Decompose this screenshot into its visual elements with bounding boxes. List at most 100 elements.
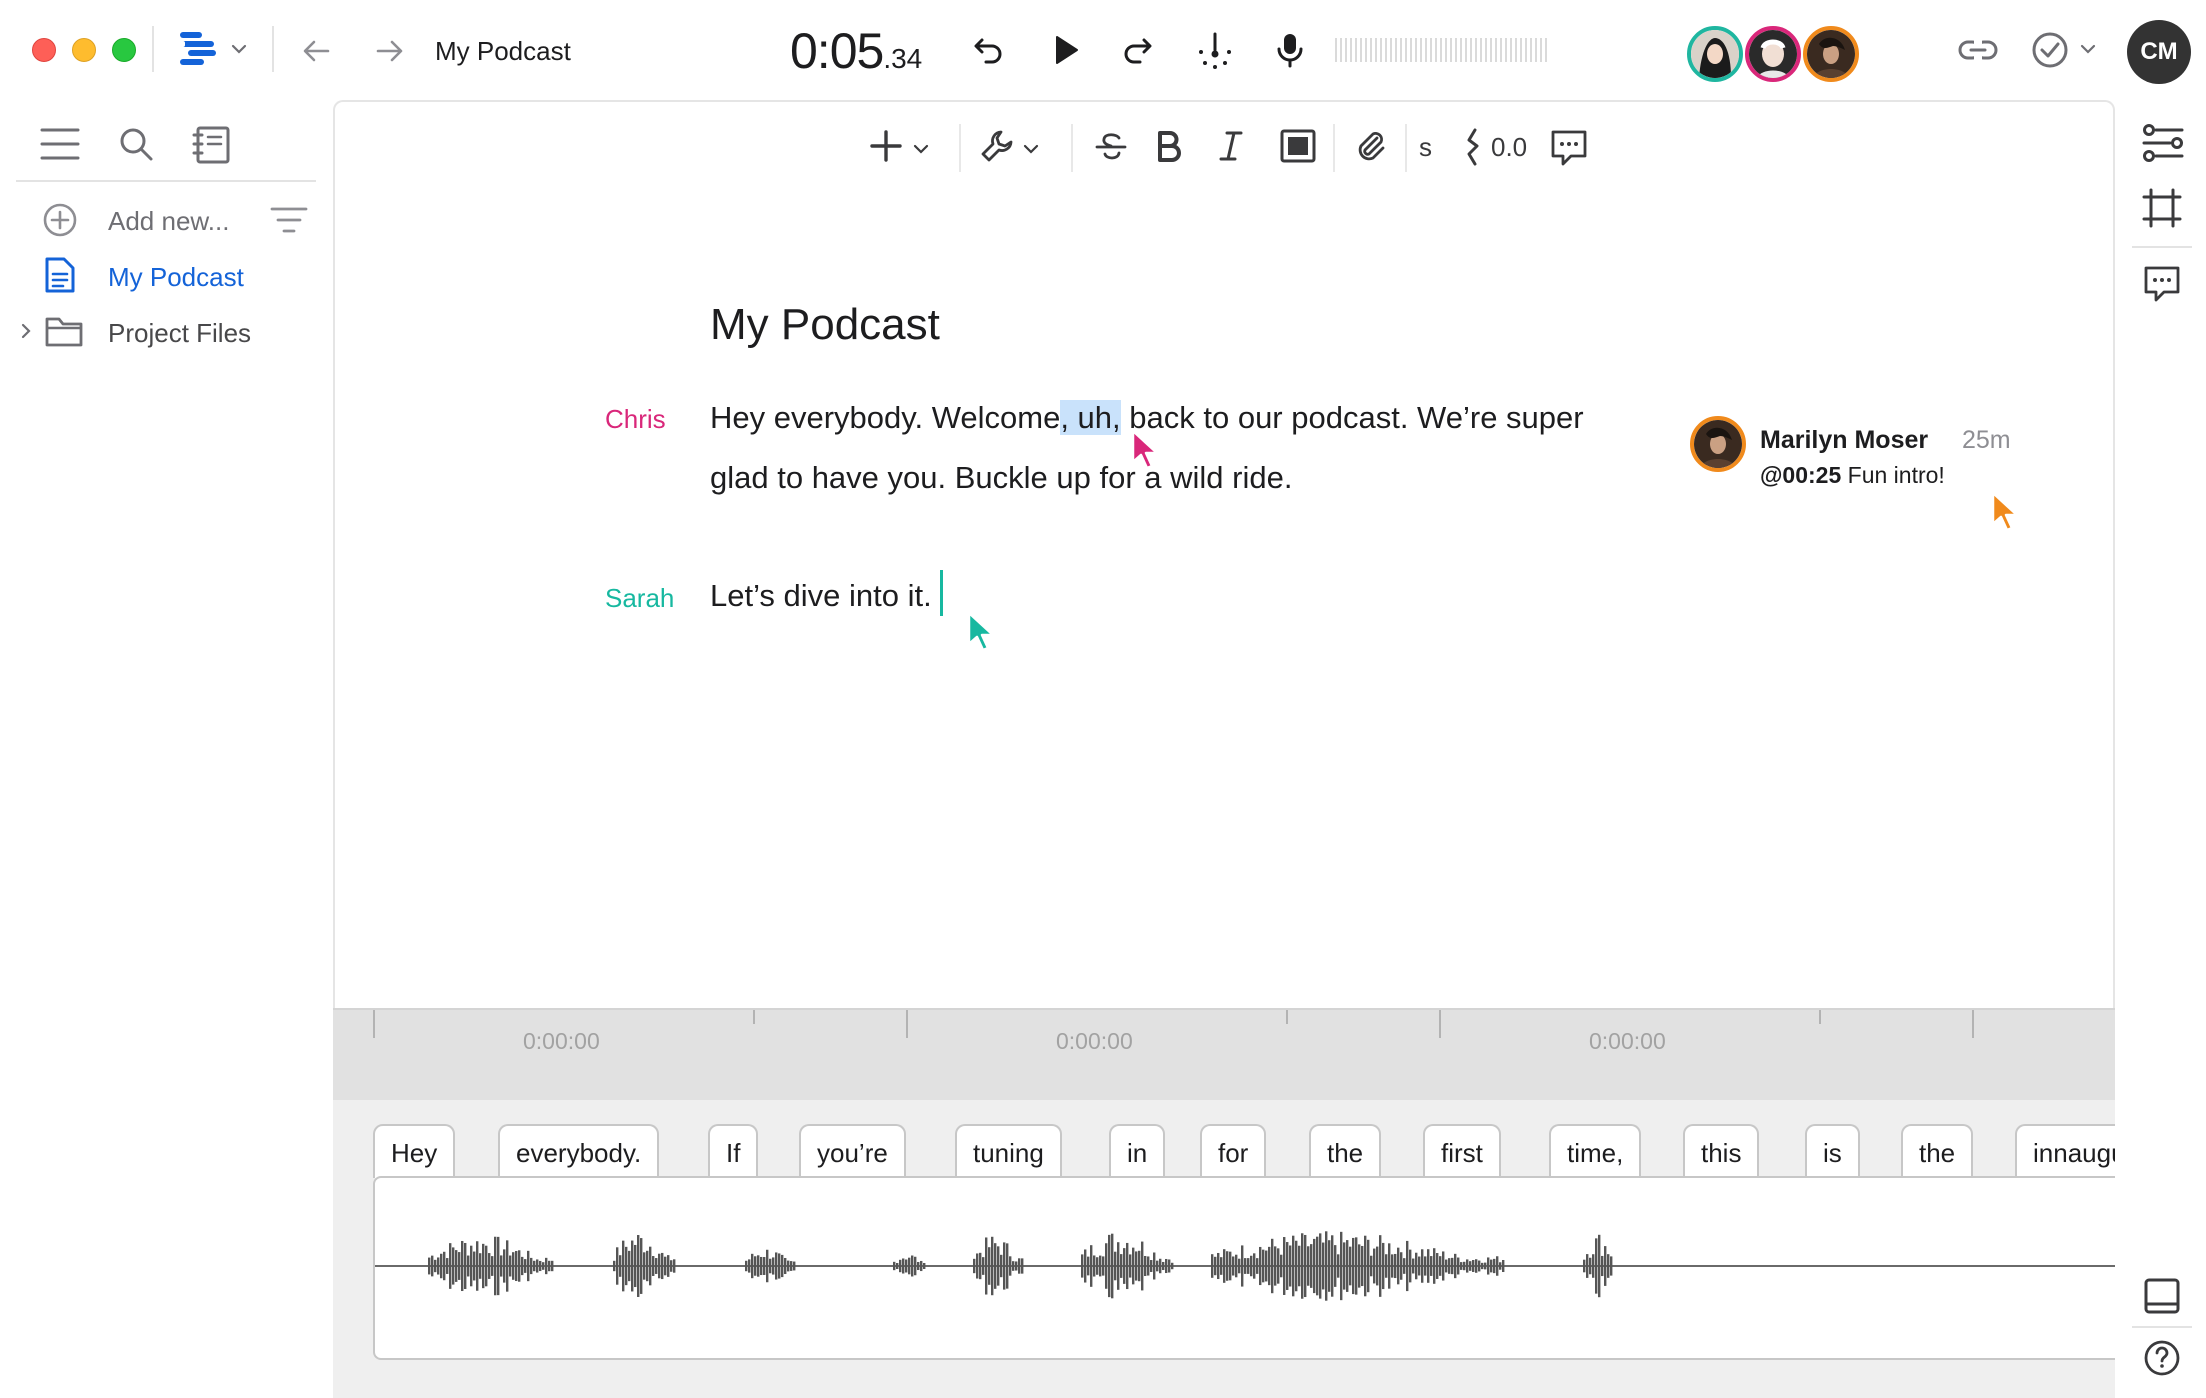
waveform-bar xyxy=(1427,1249,1430,1283)
collaborator-avatar[interactable] xyxy=(1687,26,1743,82)
italic-icon[interactable] xyxy=(1217,128,1245,169)
film-strip-icon[interactable] xyxy=(2142,188,2182,233)
filter-icon[interactable] xyxy=(270,206,308,241)
word-chip[interactable]: in xyxy=(1109,1124,1166,1178)
waveform-bar xyxy=(1334,1245,1337,1287)
comment-card[interactable]: Marilyn Moser 25m @00:25 Fun intro! xyxy=(1690,416,2050,496)
waveform-bar xyxy=(1358,1244,1361,1288)
close-window-button[interactable] xyxy=(32,38,56,62)
transcript-text: Hey everybody. Welcome xyxy=(710,400,1061,435)
strikethrough-icon[interactable] xyxy=(1093,128,1129,169)
comments-icon[interactable] xyxy=(2142,264,2182,309)
waveform-bar xyxy=(640,1238,643,1294)
marker-icon[interactable] xyxy=(1194,30,1236,77)
word-chip[interactable]: time, xyxy=(1549,1124,1642,1178)
gap-value[interactable]: 0.0 xyxy=(1491,132,1527,163)
speaker-label-sarah[interactable]: Sarah xyxy=(605,583,674,614)
waveform-bar xyxy=(1502,1259,1505,1273)
chevron-down-icon[interactable] xyxy=(230,42,248,61)
collaborator-avatar[interactable] xyxy=(1745,26,1801,82)
waveform-bar xyxy=(1403,1258,1406,1274)
transcript-paragraph[interactable]: Let’s dive into it. xyxy=(710,566,1630,626)
waveform-bar xyxy=(1271,1238,1274,1294)
sidebar-item-my-podcast[interactable]: My Podcast xyxy=(0,252,330,300)
rewind-icon[interactable] xyxy=(968,30,1008,75)
waveform-bar xyxy=(1144,1255,1147,1277)
waveform-bar xyxy=(1235,1254,1238,1278)
waveform-bar xyxy=(1457,1257,1460,1275)
word-chip[interactable]: the xyxy=(1309,1124,1382,1178)
waveform-bar xyxy=(748,1259,751,1273)
time-ruler[interactable]: 0:00:00 0:00:00 0:00:00 xyxy=(333,1008,2115,1100)
selected-filler-word[interactable]: , uh, xyxy=(1060,400,1121,435)
bold-icon[interactable] xyxy=(1155,128,1183,169)
word-chip[interactable]: this xyxy=(1683,1124,1760,1178)
chevron-down-icon[interactable] xyxy=(1023,142,1039,160)
word-chip[interactable]: first xyxy=(1423,1124,1501,1178)
user-avatar[interactable]: CM xyxy=(2127,20,2191,84)
link-icon[interactable] xyxy=(1956,30,2000,75)
word-chip[interactable]: everybody. xyxy=(498,1124,660,1178)
forward-skip-icon[interactable] xyxy=(1118,30,1158,75)
zoom-window-button[interactable] xyxy=(112,38,136,62)
sidebar-item-project-files[interactable]: Project Files xyxy=(0,308,330,356)
settings-sliders-icon[interactable] xyxy=(2142,124,2184,167)
waveform-bar xyxy=(545,1257,548,1275)
chevron-down-icon[interactable] xyxy=(913,142,929,160)
comment-timestamp[interactable]: @00:25 xyxy=(1760,462,1841,488)
gap-icon[interactable] xyxy=(1463,128,1485,171)
play-icon[interactable] xyxy=(1046,30,1086,75)
word-chip[interactable]: If xyxy=(708,1124,759,1178)
highlight-block-icon[interactable] xyxy=(1279,128,1317,169)
document-heading[interactable]: My Podcast xyxy=(710,300,940,350)
waveform-bar xyxy=(1238,1258,1241,1274)
chevron-right-icon[interactable] xyxy=(20,322,32,345)
add-icon[interactable] xyxy=(869,128,903,169)
comment-icon[interactable] xyxy=(1549,128,1589,173)
waveform-bar xyxy=(1229,1251,1232,1281)
waveform-bar xyxy=(452,1247,455,1285)
word-chip[interactable]: is xyxy=(1805,1124,1860,1178)
waveform-bar xyxy=(1328,1240,1331,1292)
word-chip[interactable]: for xyxy=(1200,1124,1267,1178)
waveform-bar xyxy=(458,1252,461,1280)
strike-label[interactable]: s xyxy=(1419,132,1432,163)
transcript-paragraph[interactable]: Hey everybody. Welcome, uh, back to our … xyxy=(710,388,1630,508)
divider xyxy=(1333,124,1335,172)
waveform-bar xyxy=(449,1243,452,1289)
word-chip[interactable]: you’re xyxy=(799,1124,906,1178)
notebook-icon[interactable] xyxy=(192,126,232,169)
waveform-bar xyxy=(1171,1262,1174,1270)
forward-arrow-icon[interactable] xyxy=(372,34,406,73)
wrench-icon[interactable] xyxy=(979,128,1015,169)
paperclip-icon[interactable] xyxy=(1353,128,1389,169)
menu-icon[interactable] xyxy=(40,126,80,167)
divider xyxy=(959,124,961,172)
word-chip[interactable]: tuning xyxy=(955,1124,1062,1178)
waveform-bar xyxy=(1006,1243,1009,1289)
speaker-label-chris[interactable]: Chris xyxy=(605,404,666,435)
waveform-bar xyxy=(1331,1235,1334,1297)
word-chip[interactable]: the xyxy=(1901,1124,1974,1178)
panel-bottom-icon[interactable] xyxy=(2142,1276,2182,1321)
minimize-window-button[interactable] xyxy=(72,38,96,62)
help-icon[interactable] xyxy=(2142,1338,2182,1383)
back-arrow-icon[interactable] xyxy=(300,34,334,73)
chevron-down-icon[interactable] xyxy=(2080,42,2096,60)
word-chip[interactable]: Hey xyxy=(373,1124,456,1178)
search-icon[interactable] xyxy=(118,126,154,167)
divider xyxy=(152,26,154,72)
word-chip[interactable]: innaugural xyxy=(2015,1124,2115,1178)
microphone-icon[interactable] xyxy=(1270,30,1310,75)
app-logo-icon[interactable] xyxy=(178,28,220,75)
sidebar-item-add-new[interactable]: Add new... xyxy=(0,196,330,244)
collaborator-avatar[interactable] xyxy=(1803,26,1859,82)
waveform-bar xyxy=(1466,1259,1469,1273)
waveform-bar xyxy=(1382,1242,1385,1290)
waveform-bar xyxy=(1481,1262,1484,1270)
waveform-bar xyxy=(1475,1259,1478,1273)
waveform[interactable] xyxy=(373,1176,2115,1360)
waveform-bar xyxy=(1469,1261,1472,1271)
waveform-bar xyxy=(506,1240,509,1292)
check-circle-icon[interactable] xyxy=(2030,30,2070,75)
